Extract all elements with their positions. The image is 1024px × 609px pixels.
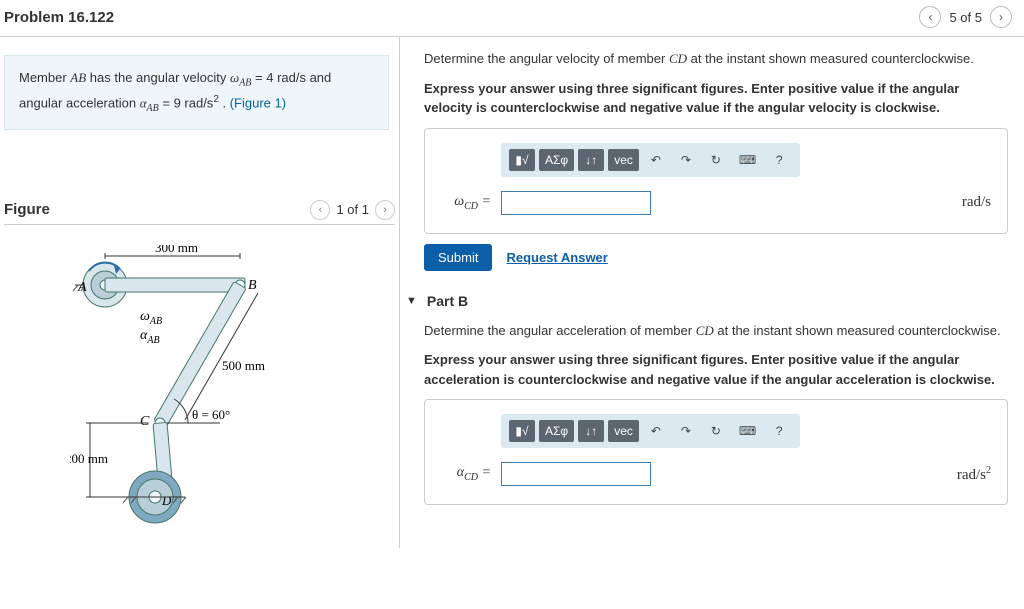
partA-prompt2: Express your answer using three signific… [424, 79, 1008, 118]
undo-button[interactable]: ↶ [643, 420, 669, 442]
keyboard-button[interactable]: ⌨ [733, 149, 762, 171]
help-button[interactable]: ? [766, 420, 792, 442]
svg-text:200 mm: 200 mm [70, 451, 108, 466]
formula-toolbar-A: ▮√ ΑΣφ ↓↑ vec ↶ ↷ ↻ ⌨ ? [501, 143, 800, 177]
svg-text:D: D [161, 493, 172, 508]
partB-unit: rad/s2 [957, 465, 991, 484]
partA-unit: rad/s [962, 194, 991, 211]
partA-answer-box: ▮√ ΑΣφ ↓↑ vec ↶ ↷ ↻ ⌨ ? ωCD = rad/s [424, 128, 1008, 234]
figure-prev-button[interactable]: ‹ [310, 200, 330, 220]
subscript-button[interactable]: ↓↑ [578, 420, 604, 442]
collapse-icon: ▼ [406, 295, 417, 307]
templates-button[interactable]: ▮√ [509, 420, 535, 442]
svg-text:300 mm: 300 mm [155, 245, 198, 255]
help-button[interactable]: ? [766, 149, 792, 171]
problem-statement: Member AB has the angular velocity ωAB =… [4, 55, 389, 130]
partB-prompt2: Express your answer using three signific… [424, 350, 1008, 389]
keyboard-button[interactable]: ⌨ [733, 420, 762, 442]
partA-variable: ωCD = [441, 194, 491, 212]
subscript-button[interactable]: ↓↑ [578, 149, 604, 171]
partA-answer-input[interactable] [501, 191, 651, 215]
partB-variable: αCD = [441, 465, 491, 483]
next-problem-button[interactable]: › [990, 6, 1012, 28]
svg-text:θ = 60°: θ = 60° [192, 407, 230, 422]
redo-button[interactable]: ↷ [673, 149, 699, 171]
partB-title: Part B [427, 293, 468, 309]
partB-prompt1: Determine the angular acceleration of me… [424, 321, 1008, 341]
svg-text:αAB: αAB [140, 328, 160, 346]
undo-button[interactable]: ↶ [643, 149, 669, 171]
figure-page: 1 of 1 [336, 202, 369, 217]
svg-text:ωAB: ωAB [140, 309, 162, 327]
partB-answer-box: ▮√ ΑΣφ ↓↑ vec ↶ ↷ ↻ ⌨ ? αCD = rad/s2 [424, 399, 1008, 505]
svg-text:C: C [140, 414, 150, 429]
partB-answer-input[interactable] [501, 462, 651, 486]
svg-text:A: A [77, 280, 87, 295]
redo-button[interactable]: ↷ [673, 420, 699, 442]
vector-button[interactable]: vec [608, 149, 639, 171]
svg-text:500 mm: 500 mm [222, 358, 265, 373]
vector-button[interactable]: vec [608, 420, 639, 442]
figure-link[interactable]: (Figure 1) [230, 95, 286, 110]
symbols-button[interactable]: ΑΣφ [539, 420, 574, 442]
partB-header[interactable]: ▼ Part B [406, 293, 1008, 309]
prev-problem-button[interactable]: ‹ [919, 6, 941, 28]
partA-submit-button[interactable]: Submit [424, 244, 492, 271]
reset-button[interactable]: ↻ [703, 420, 729, 442]
figure-next-button[interactable]: › [375, 200, 395, 220]
figure-title: Figure [4, 201, 50, 218]
partA-prompt1: Determine the angular velocity of member… [424, 49, 1008, 69]
problem-title: Problem 16.122 [4, 9, 114, 26]
problem-count: 5 of 5 [949, 10, 982, 25]
symbols-button[interactable]: ΑΣφ [539, 149, 574, 171]
formula-toolbar-B: ▮√ ΑΣφ ↓↑ vec ↶ ↷ ↻ ⌨ ? [501, 414, 800, 448]
figure-diagram: 300 mm A B ωAB αAB [0, 231, 399, 548]
problem-nav: ‹ 5 of 5 › [919, 6, 1012, 28]
svg-text:B: B [248, 278, 257, 293]
partA-request-answer-link[interactable]: Request Answer [506, 250, 607, 265]
reset-button[interactable]: ↻ [703, 149, 729, 171]
templates-button[interactable]: ▮√ [509, 149, 535, 171]
